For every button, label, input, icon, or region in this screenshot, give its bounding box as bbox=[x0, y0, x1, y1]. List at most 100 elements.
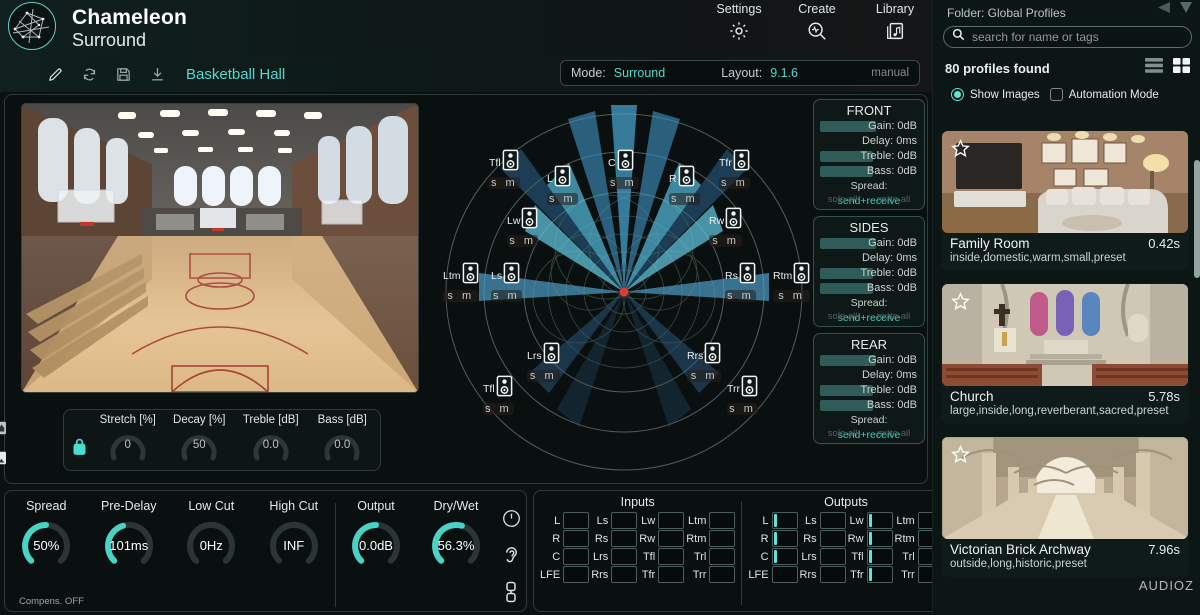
speaker-solo-mute[interactable]: s m bbox=[608, 177, 639, 189]
input-toggle-rtm[interactable] bbox=[709, 530, 735, 547]
knob-pre-delay-dial[interactable]: 101ms bbox=[100, 519, 158, 569]
zone-param-treble[interactable]: Treble: 0dB bbox=[818, 383, 920, 398]
input-toggle-rw[interactable] bbox=[658, 530, 684, 547]
manual-badge[interactable]: manual bbox=[871, 67, 909, 79]
zone-solo-all[interactable]: solo all bbox=[828, 311, 858, 324]
grid-view-icon[interactable] bbox=[1173, 58, 1190, 78]
compensation-status[interactable]: Compens. OFF bbox=[19, 596, 84, 607]
search-input[interactable] bbox=[972, 30, 1183, 44]
zone-spread[interactable]: Spread: send+receive bbox=[818, 179, 920, 194]
profile-thumbnail[interactable] bbox=[942, 131, 1188, 233]
profile-thumbnail[interactable] bbox=[942, 284, 1188, 386]
zone-param-gain[interactable]: Gain: 0dB bbox=[818, 353, 920, 368]
zone-param-treble[interactable]: Treble: 0dB bbox=[818, 149, 920, 164]
profile-thumbnail[interactable] bbox=[942, 437, 1188, 539]
profile-card[interactable]: Victorian Brick Archway7.96soutside,long… bbox=[941, 436, 1189, 577]
zone-param-gain[interactable]: Gain: 0dB bbox=[818, 119, 920, 134]
speaker-rtm[interactable]: Rtms m bbox=[773, 262, 810, 302]
speaker-tfr[interactable]: Tfrs m bbox=[719, 149, 750, 189]
zone-spread[interactable]: Spread: send+receive bbox=[818, 296, 920, 311]
knob-output-dial[interactable]: 0.0dB bbox=[347, 519, 405, 569]
knob-pre-delay[interactable]: Pre-Delay101ms bbox=[88, 499, 171, 611]
speaker-solo-mute[interactable]: s m bbox=[443, 290, 479, 302]
knob-dry-wet-dial[interactable]: 56.3% bbox=[427, 519, 485, 569]
list-view-icon[interactable] bbox=[1145, 58, 1163, 78]
input-toggle-lrs[interactable] bbox=[611, 548, 637, 565]
knob-stretch[interactable]: Stretch [%] 0 bbox=[92, 414, 164, 468]
knob-spread-dial[interactable]: 50% bbox=[17, 519, 75, 569]
zone-mute-all[interactable]: mute all bbox=[877, 311, 910, 324]
option-automation-mode[interactable]: Automation Mode bbox=[1050, 88, 1159, 101]
download-icon[interactable] bbox=[140, 66, 174, 83]
knob-treble-dial[interactable]: 0.0 bbox=[246, 427, 296, 463]
input-toggle-trl[interactable] bbox=[709, 548, 735, 565]
knob-dry-wet[interactable]: Dry/Wet56.3% bbox=[416, 499, 496, 611]
output-toggle-ls[interactable] bbox=[820, 512, 846, 529]
input-toggle-r[interactable] bbox=[563, 530, 589, 547]
speaker-tfl[interactable]: Tfls m bbox=[483, 375, 514, 415]
speaker-solo-mute[interactable]: s m bbox=[773, 290, 810, 302]
speaker-rw[interactable]: Rws m bbox=[709, 207, 742, 247]
zone-param-bass[interactable]: Bass: 0dB bbox=[818, 398, 920, 413]
zone-param-bass[interactable]: Bass: 0dB bbox=[818, 281, 920, 296]
input-toggle-lw[interactable] bbox=[658, 512, 684, 529]
zone-param-gain[interactable]: Gain: 0dB bbox=[818, 236, 920, 251]
speaker-r[interactable]: Rs m bbox=[669, 165, 700, 205]
speaker-solo-mute[interactable]: s m bbox=[687, 370, 721, 382]
speaker-solo-mute[interactable]: s m bbox=[483, 403, 514, 415]
output-toggle-rs[interactable] bbox=[820, 530, 846, 547]
ear-listen-icon[interactable] bbox=[502, 544, 521, 570]
edit-pencil-icon[interactable] bbox=[38, 66, 72, 83]
input-toggle-tfr[interactable] bbox=[658, 566, 684, 583]
speaker-solo-mute[interactable]: s m bbox=[527, 370, 560, 382]
output-toggle-tfr[interactable] bbox=[867, 566, 893, 583]
star-outline-icon[interactable] bbox=[951, 292, 970, 316]
profile-card[interactable]: Church5.78slarge,inside,long,reverberant… bbox=[941, 283, 1189, 424]
speaker-c[interactable]: Cs m bbox=[608, 149, 639, 189]
automation-mode-checkbox[interactable] bbox=[1050, 88, 1063, 101]
speaker-solo-mute[interactable]: s m bbox=[709, 235, 742, 247]
knob-low-cut[interactable]: Low Cut0Hz bbox=[170, 499, 253, 611]
prev-arrow-icon[interactable] bbox=[1156, 1, 1172, 19]
library-scrollbar[interactable] bbox=[1194, 160, 1200, 278]
input-toggle-ls[interactable] bbox=[611, 512, 637, 529]
speaker-rs[interactable]: Rss m bbox=[725, 262, 756, 302]
speaker-solo-mute[interactable]: s m bbox=[507, 235, 538, 247]
output-toggle-lw[interactable] bbox=[867, 512, 893, 529]
input-toggle-rrs[interactable] bbox=[611, 566, 637, 583]
zone-mute-all[interactable]: mute all bbox=[877, 194, 910, 207]
image-photo-icon[interactable] bbox=[0, 447, 9, 469]
knob-high-cut-dial[interactable]: INF bbox=[265, 519, 323, 569]
speaker-tfl[interactable]: Tfls m bbox=[489, 149, 520, 189]
zone-spread[interactable]: Spread: send+receive bbox=[818, 413, 920, 428]
speaker-solo-mute[interactable]: s m bbox=[669, 193, 700, 205]
output-toggle-lfe[interactable] bbox=[772, 566, 798, 583]
menu-library[interactable]: Library bbox=[866, 2, 924, 42]
save-floppy-icon[interactable] bbox=[106, 66, 140, 83]
waveform-chart-icon[interactable] bbox=[0, 417, 9, 439]
clock-icon[interactable] bbox=[502, 509, 521, 533]
surround-polar-map[interactable]: Tfls mCs mTfrs mLs mRs mLws mRws mLtms m… bbox=[429, 97, 819, 483]
output-toggle-rrs[interactable] bbox=[820, 566, 846, 583]
star-outline-icon[interactable] bbox=[951, 139, 970, 163]
output-toggle-rw[interactable] bbox=[867, 530, 893, 547]
speaker-solo-mute[interactable]: s m bbox=[491, 290, 522, 302]
speaker-lrs[interactable]: Lrss m bbox=[527, 342, 560, 382]
output-toggle-c[interactable] bbox=[772, 548, 798, 565]
next-arrow-icon[interactable] bbox=[1178, 1, 1194, 19]
input-toggle-ltm[interactable] bbox=[709, 512, 735, 529]
speaker-solo-mute[interactable]: s m bbox=[727, 403, 758, 415]
input-toggle-c[interactable] bbox=[563, 548, 589, 565]
knob-stretch-dial[interactable]: 0 bbox=[103, 427, 153, 463]
layout-value[interactable]: 9.1.6 bbox=[770, 66, 798, 80]
menu-create[interactable]: Create bbox=[788, 2, 846, 42]
lock-closed-icon[interactable] bbox=[66, 414, 92, 468]
knob-decay-dial[interactable]: 50 bbox=[174, 427, 224, 463]
zone-param-delay[interactable]: Delay: 0ms bbox=[818, 368, 920, 383]
zone-solo-all[interactable]: solo all bbox=[828, 194, 858, 207]
option-show-images[interactable]: Show Images bbox=[951, 88, 1040, 101]
zone-solo-all[interactable]: solo all bbox=[828, 428, 858, 441]
profile-card[interactable]: Family Room0.42sinside,domestic,warm,sma… bbox=[941, 130, 1189, 271]
speaker-solo-mute[interactable]: s m bbox=[547, 193, 578, 205]
star-outline-icon[interactable] bbox=[951, 445, 970, 469]
